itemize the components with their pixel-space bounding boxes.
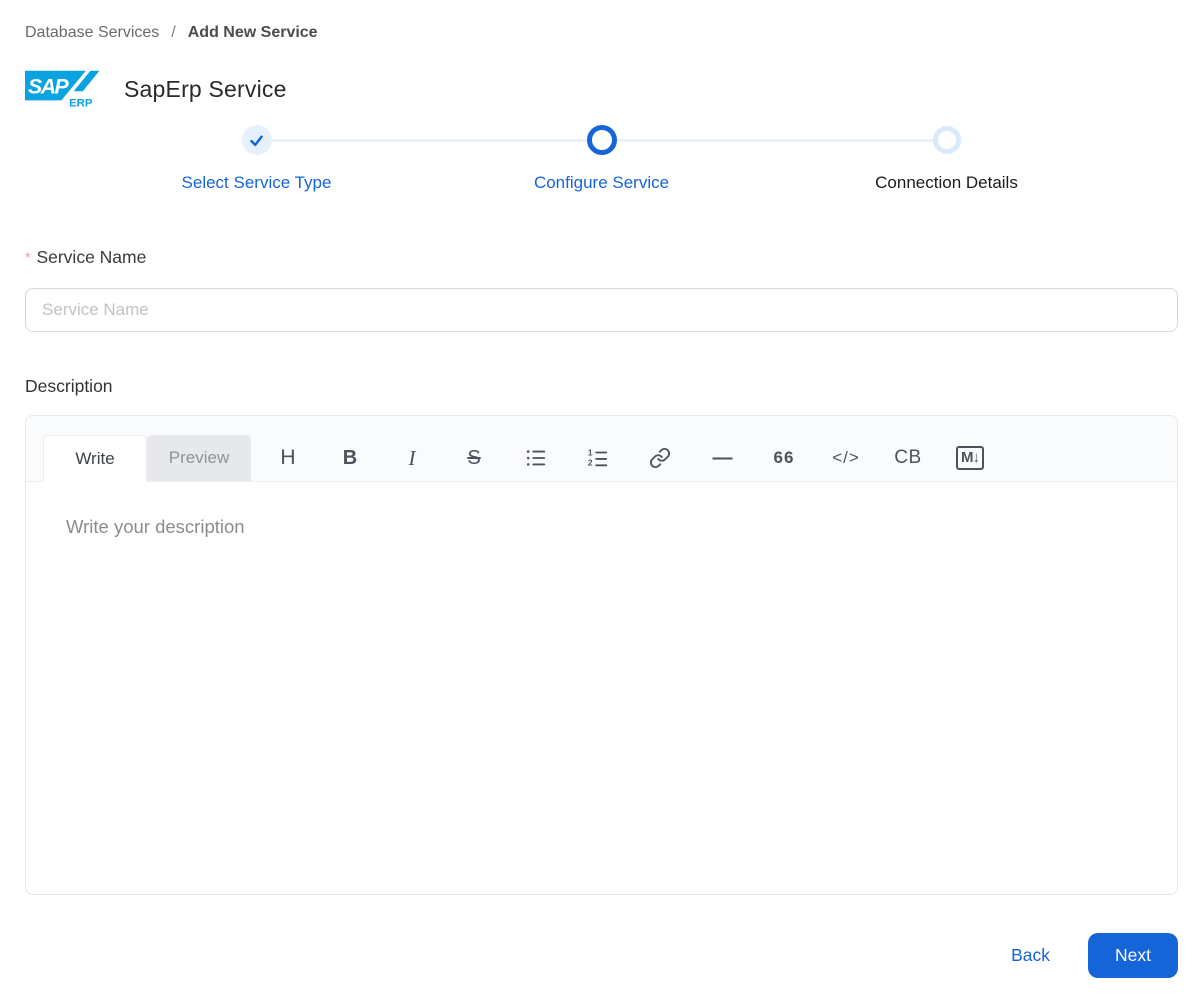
- editor-toolbar: H B I S 1 2 — 66 </> CB M↓: [257, 435, 1001, 481]
- unordered-list-icon[interactable]: [505, 435, 567, 481]
- step-configure-service-indicator: [586, 125, 617, 155]
- breadcrumb-separator: /: [171, 24, 176, 41]
- breadcrumb: Database Services / Add New Service: [25, 24, 1178, 42]
- page-title: SapErp Service: [124, 75, 287, 102]
- check-icon: [250, 135, 263, 146]
- editor-tabs: Write Preview: [43, 435, 251, 482]
- sap-erp-logo-icon: SAP ERP: [25, 70, 100, 109]
- heading-icon[interactable]: H: [257, 435, 319, 481]
- next-button[interactable]: Next: [1088, 933, 1178, 978]
- stepper: Select Service Type Configure Service Co…: [25, 125, 1178, 247]
- step-connection-details-indicator: [932, 126, 961, 154]
- service-name-input[interactable]: [25, 288, 1178, 332]
- svg-text:SAP: SAP: [28, 75, 70, 99]
- description-textarea[interactable]: [26, 482, 1177, 894]
- add-new-service-page: Database Services / Add New Service SAP …: [0, 0, 1200, 978]
- italic-icon[interactable]: I: [381, 435, 443, 481]
- code-icon[interactable]: </>: [815, 435, 877, 481]
- stepper-connector-2: [616, 139, 933, 142]
- tab-preview[interactable]: Preview: [147, 435, 251, 481]
- markdown-editor: Write Preview H B I S 1 2 — 66 </> CB M↓…: [25, 415, 1178, 895]
- bold-icon[interactable]: B: [319, 435, 381, 481]
- description-label: Description: [25, 376, 113, 396]
- svg-text:1: 1: [588, 448, 593, 457]
- ordered-list-icon[interactable]: 1 2: [567, 435, 629, 481]
- tab-write[interactable]: Write: [43, 435, 147, 482]
- quote-icon[interactable]: 66: [753, 435, 815, 481]
- wizard-actions: Back Next: [25, 933, 1178, 978]
- strikethrough-icon[interactable]: S: [443, 435, 505, 481]
- step-label-configure-service: Configure Service: [533, 173, 670, 192]
- svg-text:2: 2: [588, 458, 593, 467]
- editor-body: [26, 482, 1177, 894]
- breadcrumb-add-new-service: Add New Service: [187, 24, 318, 41]
- step-label-connection-details: Connection Details: [875, 173, 1018, 192]
- markdown-guide-icon[interactable]: M↓: [939, 435, 1001, 481]
- service-name-label: Service Name: [36, 247, 147, 267]
- service-name-label-row: * Service Name: [25, 247, 1178, 268]
- stepper-connector-1: [271, 139, 587, 142]
- service-header: SAP ERP SapErp Service: [25, 69, 1178, 109]
- back-button[interactable]: Back: [1011, 945, 1050, 966]
- code-block-icon[interactable]: CB: [877, 435, 939, 481]
- horizontal-rule-icon[interactable]: —: [691, 435, 753, 481]
- breadcrumb-database-services[interactable]: Database Services: [25, 24, 159, 42]
- step-label-select-service-type: Select Service Type: [181, 173, 332, 192]
- step-select-service-type-indicator: [241, 125, 272, 155]
- link-icon[interactable]: [629, 435, 691, 481]
- markdown-editor-header: Write Preview H B I S 1 2 — 66 </> CB M↓: [26, 416, 1177, 482]
- required-asterisk: *: [25, 249, 31, 265]
- svg-text:ERP: ERP: [69, 97, 93, 109]
